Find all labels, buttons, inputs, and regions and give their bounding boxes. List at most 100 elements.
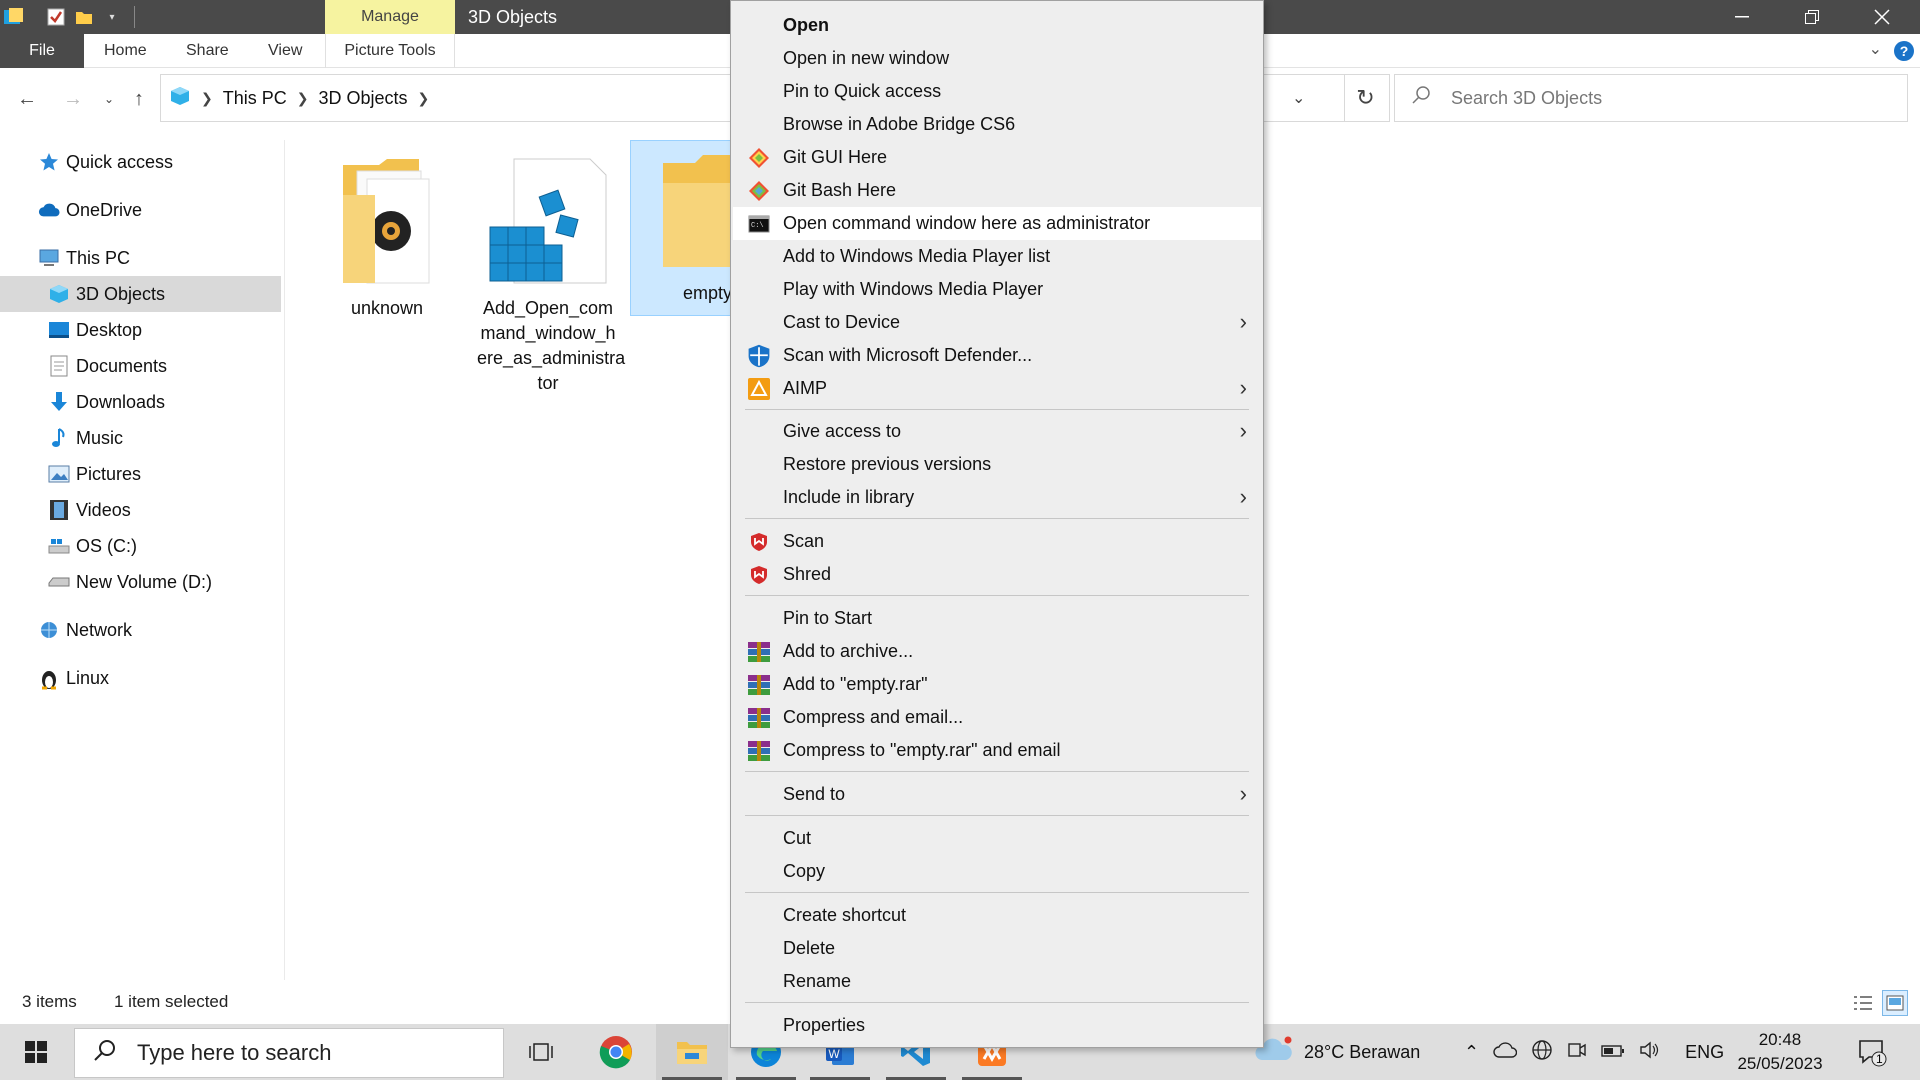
explorer-app-icon[interactable] xyxy=(0,0,28,34)
task-view-icon[interactable] xyxy=(506,1024,578,1080)
menu-item-add-archive[interactable]: Add to archive... xyxy=(733,635,1261,668)
nav-item-music[interactable]: Music xyxy=(0,420,281,456)
nav-item-os-c[interactable]: OS (C:) xyxy=(0,528,281,564)
drive-icon xyxy=(48,571,70,593)
menu-item-compress-rar-email[interactable]: Compress to "empty.rar" and email xyxy=(733,734,1261,767)
weather-widget[interactable]: 28°C Berawan xyxy=(1254,1024,1420,1080)
chrome-icon[interactable] xyxy=(580,1024,652,1080)
large-icons-view-icon[interactable] xyxy=(1882,990,1908,1016)
menu-item-include-library[interactable]: Include in library › xyxy=(733,481,1261,514)
up-arrow-icon[interactable]: ↑ xyxy=(126,84,152,114)
menu-item-delete[interactable]: Delete xyxy=(733,932,1261,965)
onedrive-tray-icon[interactable] xyxy=(1493,1041,1518,1063)
forward-arrow-icon[interactable]: → xyxy=(60,84,86,114)
nav-item-linux[interactable]: Linux xyxy=(0,660,281,696)
notifications-icon[interactable]: 1 xyxy=(1842,1024,1902,1080)
search-input[interactable]: Search 3D Objects xyxy=(1451,88,1602,109)
expand-ribbon-icon[interactable]: ⌄ xyxy=(1869,39,1882,59)
menu-item-send-to[interactable]: Send to › xyxy=(733,778,1261,811)
nav-item-onedrive[interactable]: OneDrive xyxy=(0,192,281,228)
menu-item-pin-start[interactable]: Pin to Start xyxy=(733,602,1261,635)
menu-item-browse-bridge[interactable]: Browse in Adobe Bridge CS6 xyxy=(733,108,1261,141)
battery-icon[interactable] xyxy=(1601,1042,1625,1063)
tab-share[interactable]: Share xyxy=(186,34,229,68)
winrar-icon xyxy=(747,673,771,697)
pane-divider[interactable] xyxy=(284,140,285,980)
manage-tab[interactable]: Manage xyxy=(325,0,455,34)
menu-item-give-access[interactable]: Give access to › xyxy=(733,415,1261,448)
clock[interactable]: 20:48 25/05/2023 xyxy=(1724,1028,1836,1076)
file-item-empty[interactable]: empty xyxy=(630,140,730,316)
nav-item-desktop[interactable]: Desktop xyxy=(0,312,281,348)
recent-locations-icon[interactable]: ⌄ xyxy=(96,84,122,114)
network-icon xyxy=(38,619,60,641)
search-box[interactable]: Search 3D Objects xyxy=(1394,74,1908,122)
menu-item-pin-quick-access[interactable]: Pin to Quick access xyxy=(733,75,1261,108)
menu-item-add-empty-rar[interactable]: Add to "empty.rar" xyxy=(733,668,1261,701)
nav-item-3d-objects[interactable]: 3D Objects xyxy=(0,276,281,312)
menu-item-restore-versions[interactable]: Restore previous versions xyxy=(733,448,1261,481)
tab-home[interactable]: Home xyxy=(104,34,147,68)
nav-item-downloads[interactable]: Downloads xyxy=(0,384,281,420)
show-hidden-icons-icon[interactable]: ⌃ xyxy=(1464,1042,1479,1063)
menu-item-add-wmp-list[interactable]: Add to Windows Media Player list xyxy=(733,240,1261,273)
nav-item-this-pc[interactable]: This PC xyxy=(0,240,281,276)
tab-picture-tools[interactable]: Picture Tools xyxy=(325,34,455,68)
file-item-unknown[interactable]: unknown xyxy=(316,146,458,321)
address-dropdown-icon[interactable]: ⌄ xyxy=(1292,88,1305,108)
menu-item-mcafee-shred[interactable]: Shred xyxy=(733,558,1261,591)
help-icon[interactable]: ? xyxy=(1894,41,1914,61)
minimize-button[interactable] xyxy=(1712,0,1772,34)
menu-item-properties[interactable]: Properties xyxy=(733,1009,1261,1042)
nav-item-network[interactable]: Network xyxy=(0,612,281,648)
menu-item-aimp[interactable]: AIMP › xyxy=(733,372,1261,405)
breadcrumb-chevron-icon[interactable]: ❯ xyxy=(201,90,213,107)
taskbar-search-box[interactable]: Type here to search xyxy=(74,1028,504,1078)
close-button[interactable] xyxy=(1852,0,1912,34)
breadcrumb-this-pc[interactable]: This PC xyxy=(223,88,287,109)
cube-icon xyxy=(169,85,191,112)
menu-divider xyxy=(745,892,1249,893)
menu-item-open-new-window[interactable]: Open in new window xyxy=(733,42,1261,75)
nav-item-documents[interactable]: Documents xyxy=(0,348,281,384)
volume-icon[interactable] xyxy=(1639,1040,1661,1065)
globe-icon[interactable] xyxy=(1531,1039,1553,1066)
language-indicator[interactable]: ENG xyxy=(1685,1042,1724,1063)
restore-button[interactable] xyxy=(1782,0,1842,34)
submenu-arrow-icon: › xyxy=(1239,484,1247,509)
tab-view[interactable]: View xyxy=(268,34,302,68)
menu-item-cast-to-device[interactable]: Cast to Device › xyxy=(733,306,1261,339)
nav-item-quick-access[interactable]: Quick access xyxy=(0,144,281,180)
menu-item-compress-email[interactable]: Compress and email... xyxy=(733,701,1261,734)
properties-icon[interactable] xyxy=(42,0,70,34)
command-prompt-icon: C:\ xyxy=(747,212,771,236)
file-explorer-icon[interactable] xyxy=(656,1024,728,1080)
nav-item-new-volume-d[interactable]: New Volume (D:) xyxy=(0,564,281,600)
new-folder-icon[interactable] xyxy=(70,0,98,34)
back-arrow-icon[interactable]: ← xyxy=(14,84,40,114)
menu-item-copy[interactable]: Copy xyxy=(733,855,1261,888)
breadcrumb-chevron-icon[interactable]: ❯ xyxy=(418,90,430,107)
breadcrumb-3d-objects[interactable]: 3D Objects xyxy=(318,88,407,109)
tab-file[interactable]: File xyxy=(0,34,84,68)
menu-item-cut[interactable]: Cut xyxy=(733,822,1261,855)
nav-item-videos[interactable]: Videos xyxy=(0,492,281,528)
menu-item-create-shortcut[interactable]: Create shortcut xyxy=(733,899,1261,932)
menu-item-open-cmd-admin[interactable]: C:\ Open command window here as administ… xyxy=(733,207,1261,240)
refresh-icon[interactable]: ↻ xyxy=(1342,74,1390,122)
customize-toolbar-icon[interactable]: ▾ xyxy=(98,0,126,34)
details-view-icon[interactable] xyxy=(1850,990,1876,1016)
breadcrumb-chevron-icon[interactable]: ❯ xyxy=(297,90,309,107)
start-button[interactable] xyxy=(0,1024,72,1080)
menu-item-mcafee-scan[interactable]: Scan xyxy=(733,525,1261,558)
taskbar-search-input[interactable]: Type here to search xyxy=(137,1040,331,1066)
menu-item-scan-defender[interactable]: Scan with Microsoft Defender... xyxy=(733,339,1261,372)
menu-item-open[interactable]: Open xyxy=(733,9,1261,42)
meet-now-icon[interactable] xyxy=(1567,1040,1587,1065)
menu-item-rename[interactable]: Rename xyxy=(733,965,1261,998)
file-item-registry[interactable]: Add_Open_com mand_window_h ere_as_admini… xyxy=(477,146,625,396)
menu-item-play-wmp[interactable]: Play with Windows Media Player xyxy=(733,273,1261,306)
nav-item-pictures[interactable]: Pictures xyxy=(0,456,281,492)
menu-item-git-gui[interactable]: Git GUI Here xyxy=(733,141,1261,174)
menu-item-git-bash[interactable]: Git Bash Here xyxy=(733,174,1261,207)
